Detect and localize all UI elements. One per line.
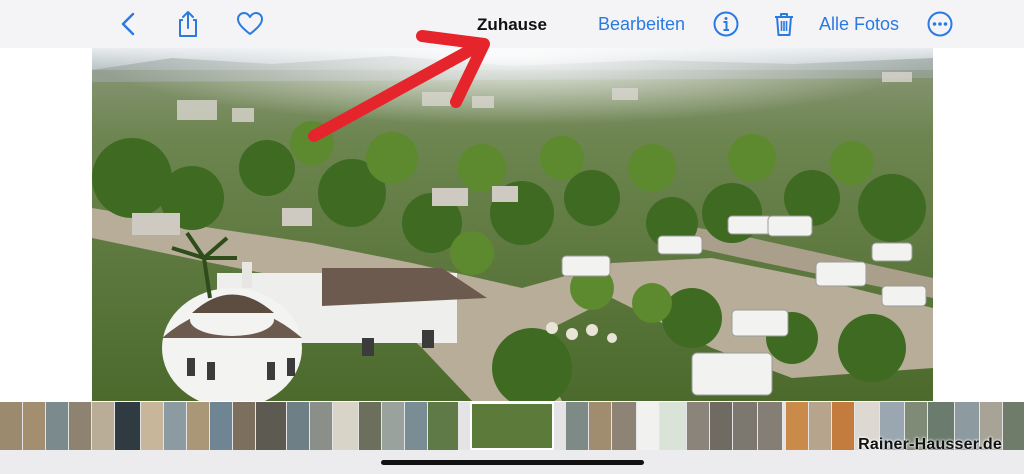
thumbnail[interactable]: [210, 402, 232, 450]
trash-icon[interactable]: [769, 9, 799, 39]
thumbnail[interactable]: [733, 402, 757, 450]
thumbnail[interactable]: [233, 402, 255, 450]
thumbnail[interactable]: [164, 402, 186, 450]
thumbnail[interactable]: [832, 402, 854, 450]
home-indicator[interactable]: [381, 460, 644, 465]
thumbnail[interactable]: [359, 402, 381, 450]
thumbnail[interactable]: [710, 402, 732, 450]
thumbnail[interactable]: [786, 402, 808, 450]
thumbnail[interactable]: [382, 402, 404, 450]
thumbnail[interactable]: [141, 402, 163, 450]
annotation-arrow: [308, 30, 490, 142]
thumbnail[interactable]: [612, 402, 636, 450]
thumbnail[interactable]: [92, 402, 114, 450]
thumbnail[interactable]: [1003, 402, 1024, 450]
thumbnail[interactable]: [660, 402, 686, 450]
info-icon[interactable]: [711, 9, 741, 39]
thumbnail[interactable]: [566, 402, 588, 450]
thumbnail[interactable]: [256, 402, 286, 450]
thumbnail[interactable]: [637, 402, 659, 450]
thumbnail-selected[interactable]: [470, 402, 554, 450]
thumbnail[interactable]: [310, 402, 332, 450]
all-photos-button[interactable]: Alle Fotos: [819, 14, 899, 35]
thumbnail[interactable]: [428, 402, 458, 450]
thumbnail[interactable]: [0, 402, 22, 450]
share-icon[interactable]: [173, 9, 203, 39]
chevron-left-icon[interactable]: [114, 9, 144, 39]
thumbnail[interactable]: [687, 402, 709, 450]
thumbnail[interactable]: [333, 402, 358, 450]
thumbnail[interactable]: [405, 402, 427, 450]
thumbnail[interactable]: [187, 402, 209, 450]
ellipsis-circle-icon[interactable]: [925, 9, 955, 39]
thumbnail[interactable]: [809, 402, 831, 450]
thumbnail[interactable]: [46, 402, 68, 450]
thumbnail[interactable]: [23, 402, 45, 450]
heart-icon[interactable]: [235, 9, 265, 39]
thumbnail[interactable]: [758, 402, 782, 450]
thumbnail[interactable]: [287, 402, 309, 450]
thumbnail[interactable]: [589, 402, 611, 450]
edit-button[interactable]: Bearbeiten: [598, 14, 685, 35]
thumbnail[interactable]: [69, 402, 91, 450]
thumbnail[interactable]: [115, 402, 140, 450]
